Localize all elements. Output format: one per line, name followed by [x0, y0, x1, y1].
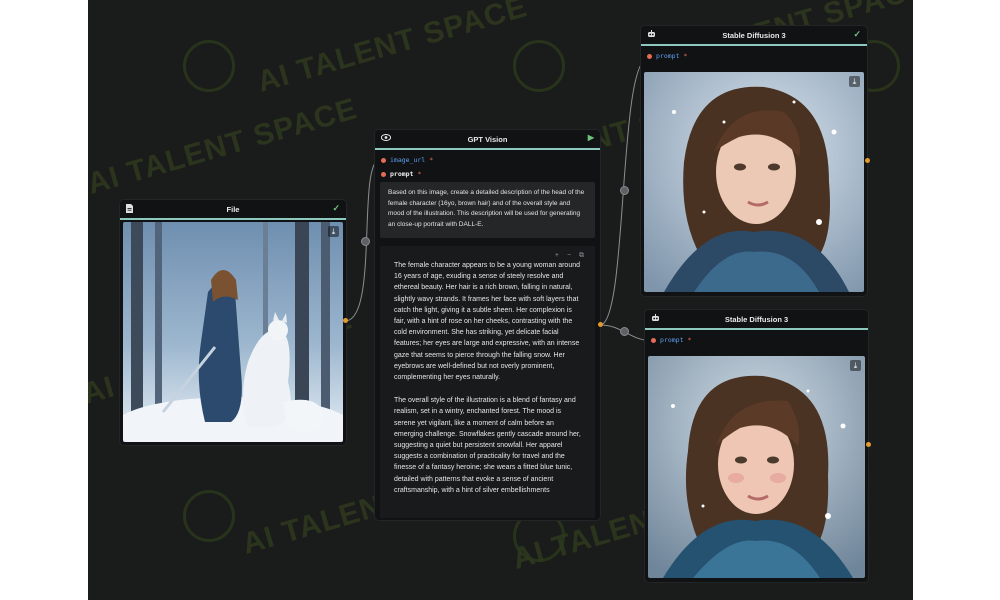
output-handle[interactable] [598, 322, 603, 327]
required-mark: * [417, 170, 422, 178]
output-handle[interactable] [343, 318, 348, 323]
generated-image[interactable]: ⤓ [644, 72, 864, 292]
vision-output: + − ⧉ The female character appears to be… [380, 246, 595, 518]
eye-icon [380, 134, 392, 143]
download-icon[interactable]: ⤓ [849, 76, 860, 87]
robot-icon [651, 314, 660, 324]
wire-knob[interactable] [361, 237, 370, 246]
port-dot[interactable] [651, 337, 656, 343]
node-header: Stable Diffusion 3 [645, 310, 868, 328]
stable-diffusion-node-top[interactable]: Stable Diffusion 3 ✓ prompt * ⤓ [641, 26, 867, 296]
gpt-vision-node[interactable]: GPT Vision ▶ image_url * prompt * Based … [375, 130, 600, 520]
run-icon[interactable]: ▶ [588, 133, 594, 142]
node-accent [641, 44, 867, 46]
node-title: GPT Vision [467, 134, 508, 144]
check-icon: ✓ [853, 29, 861, 39]
node-title: Stable Diffusion 3 [724, 314, 789, 324]
node-accent [375, 148, 600, 150]
node-title: Stable Diffusion 3 [722, 30, 786, 40]
generated-image[interactable]: ⤓ [648, 356, 865, 578]
output-tools[interactable]: + − ⧉ [555, 250, 587, 261]
port-name: image_url [390, 156, 426, 164]
node-accent [645, 328, 868, 330]
port-prompt[interactable]: prompt * [645, 333, 868, 347]
node-header: File ✓ [120, 200, 346, 218]
prompt-textarea[interactable]: Based on this image, create a detailed d… [380, 182, 595, 238]
port-name: prompt [390, 170, 414, 178]
node-header: Stable Diffusion 3 ✓ [641, 26, 867, 44]
port-prompt[interactable]: prompt * [641, 49, 867, 63]
robot-icon [647, 30, 656, 40]
file-node[interactable]: File ✓ ⤓ [120, 200, 346, 445]
wire-knob[interactable] [620, 327, 629, 336]
required-mark: * [687, 336, 692, 344]
file-icon [126, 204, 133, 215]
required-mark: * [683, 52, 688, 60]
port-dot[interactable] [381, 171, 386, 177]
port-prompt[interactable]: prompt * [375, 167, 600, 181]
download-icon[interactable]: ⤓ [850, 360, 861, 371]
output-paragraph: The overall style of the illustration is… [394, 397, 581, 494]
port-name: prompt [656, 52, 680, 60]
output-paragraph: The female character appears to be a you… [394, 262, 581, 382]
node-title: File [226, 204, 240, 214]
download-icon[interactable]: ⤓ [328, 226, 339, 237]
output-handle[interactable] [866, 442, 871, 447]
wire-knob[interactable] [620, 186, 629, 195]
input-image[interactable]: ⤓ [123, 222, 343, 442]
required-mark: * [429, 156, 434, 164]
port-dot[interactable] [381, 157, 386, 163]
port-image-url[interactable]: image_url * [375, 153, 600, 167]
node-accent [120, 218, 346, 220]
stable-diffusion-node-bottom[interactable]: Stable Diffusion 3 prompt * ⤓ [645, 310, 868, 582]
output-handle[interactable] [865, 158, 870, 163]
port-name: prompt [660, 336, 684, 344]
check-icon: ✓ [332, 203, 340, 213]
node-header: GPT Vision ▶ [375, 130, 600, 148]
port-dot[interactable] [647, 53, 652, 59]
workflow-canvas[interactable]: AI TALENT SPACE AI TALENT SPACE AI TALEN… [88, 0, 913, 600]
